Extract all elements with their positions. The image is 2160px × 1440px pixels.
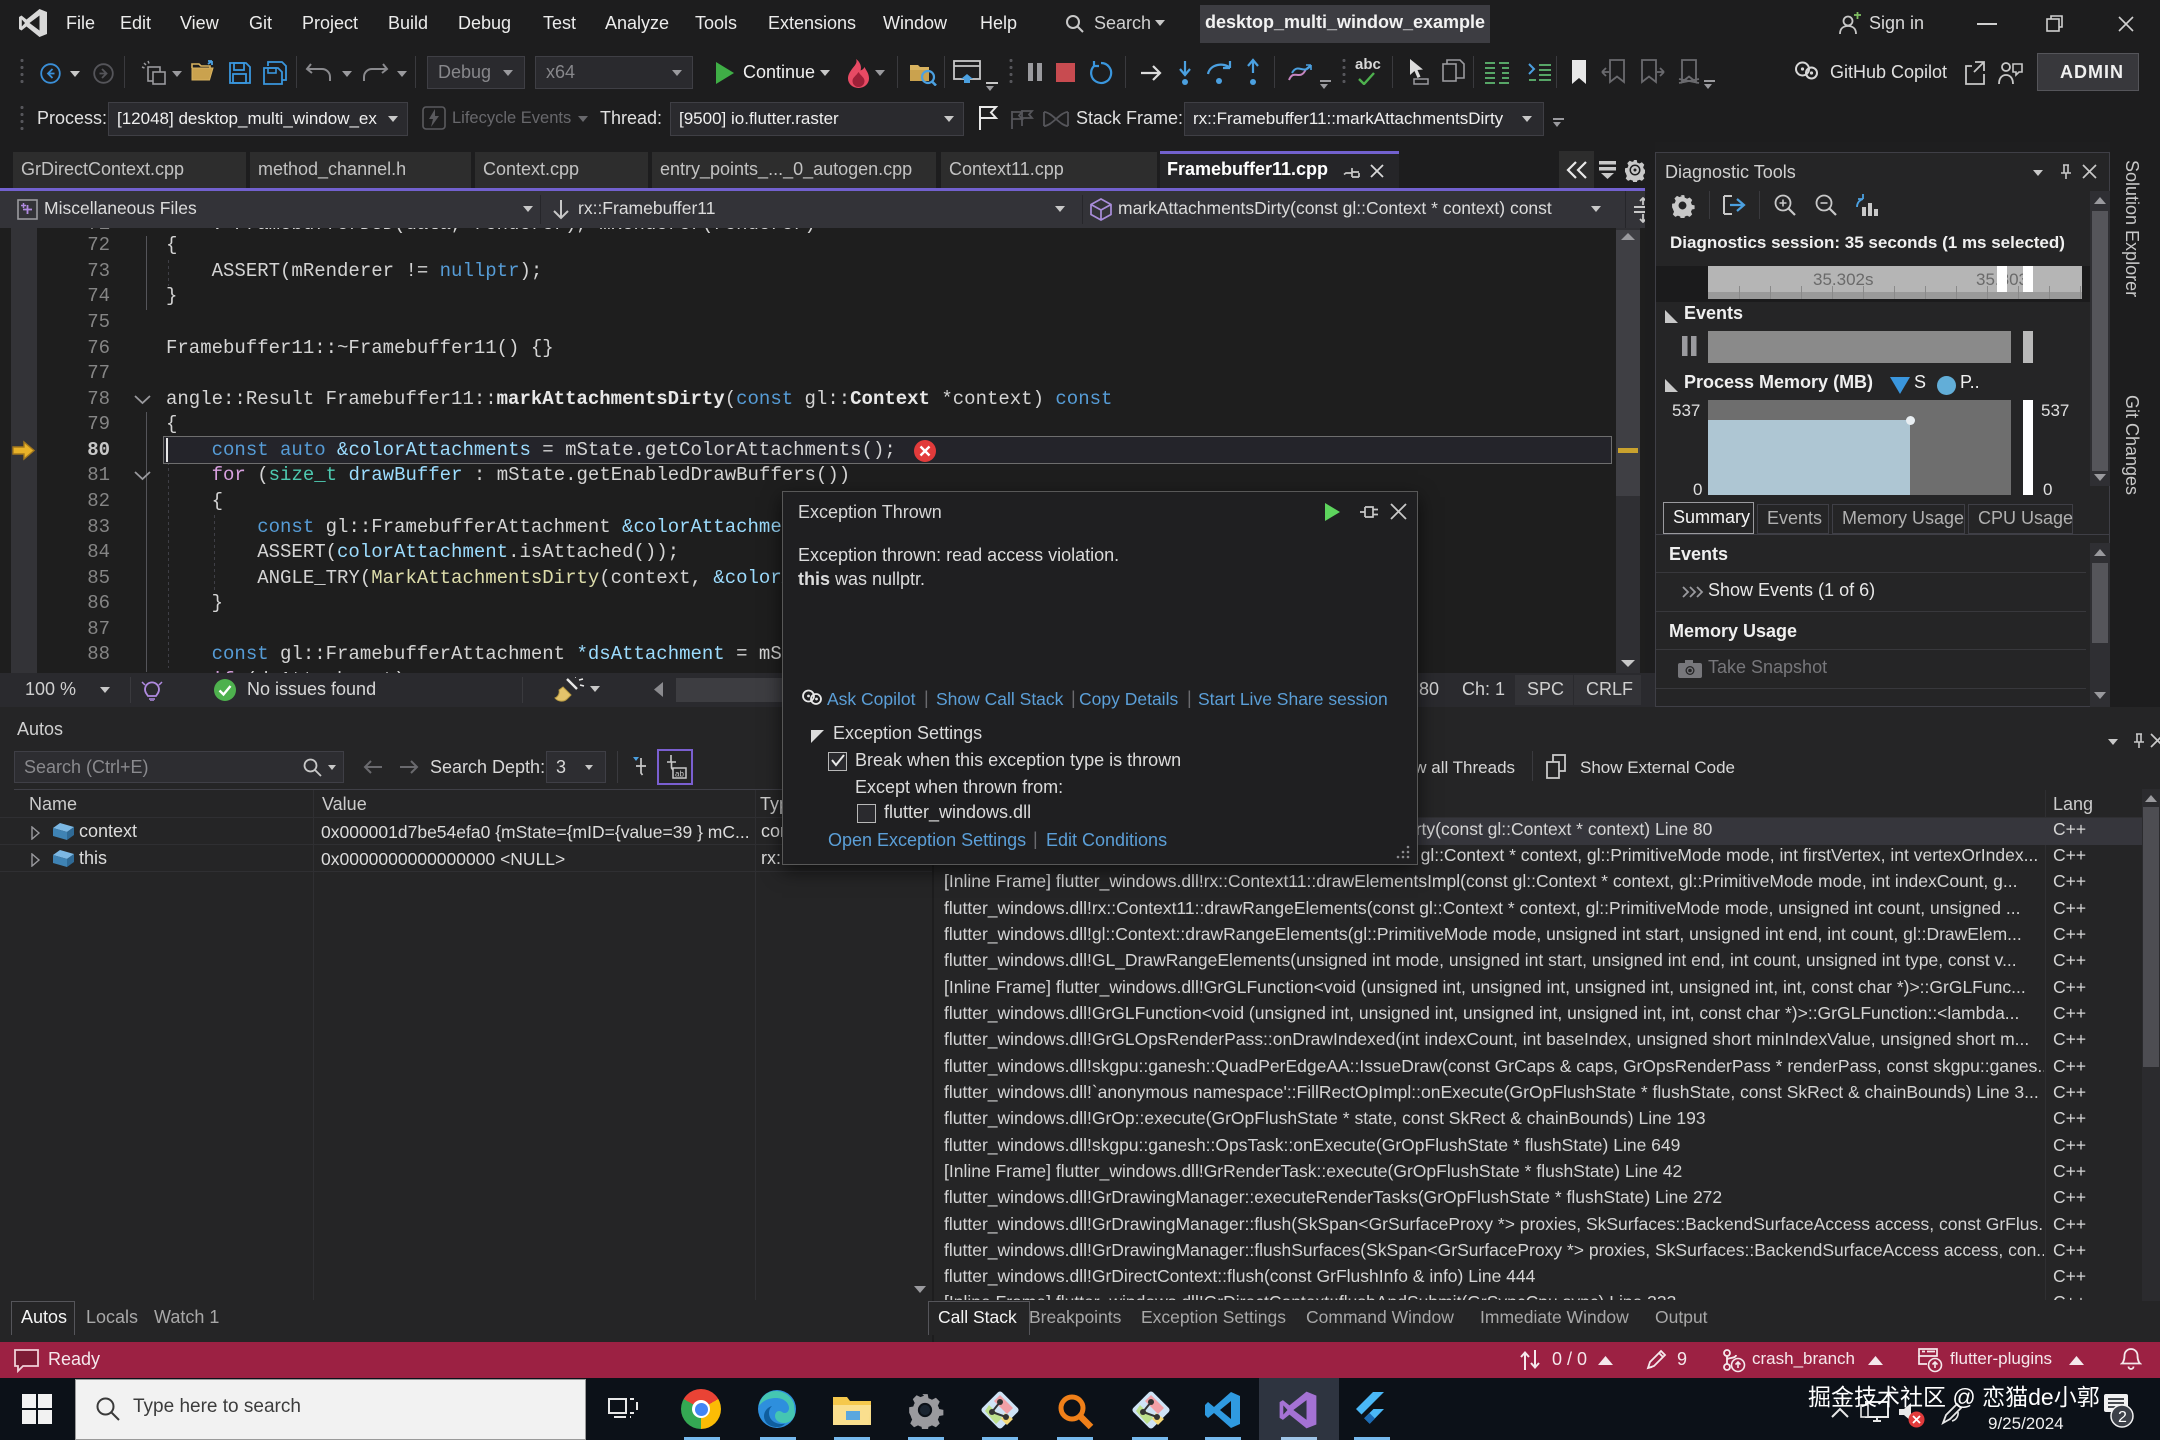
svg-text:2: 2 <box>2118 1409 2127 1426</box>
svg-text:ab: ab <box>675 770 684 779</box>
